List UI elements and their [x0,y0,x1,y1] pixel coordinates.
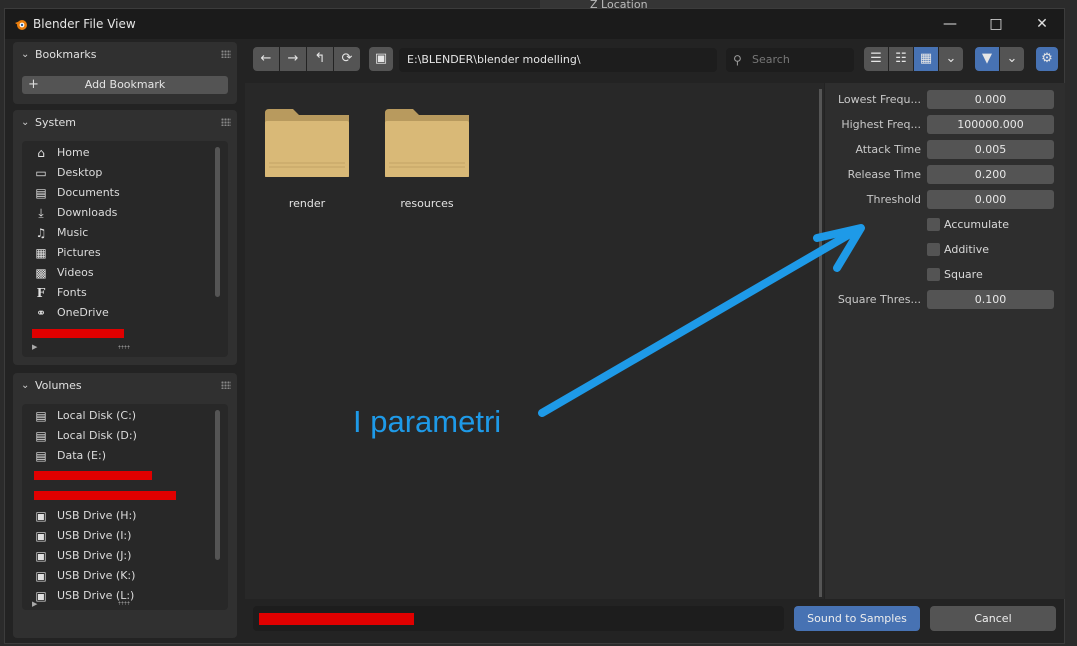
bottom-bar: Sound to Samples Cancel [253,606,1058,632]
annotation-text: I parametri [353,404,502,439]
annotation-arrow [538,224,865,417]
cancel-button[interactable]: Cancel [930,606,1056,631]
filename-input[interactable] [253,606,784,631]
file-view-window: Blender File View — □ ✕ ⌄ Bookmarks + Ad… [4,8,1065,644]
sound-to-samples-button[interactable]: Sound to Samples [794,606,920,631]
redaction-mark [259,613,414,625]
